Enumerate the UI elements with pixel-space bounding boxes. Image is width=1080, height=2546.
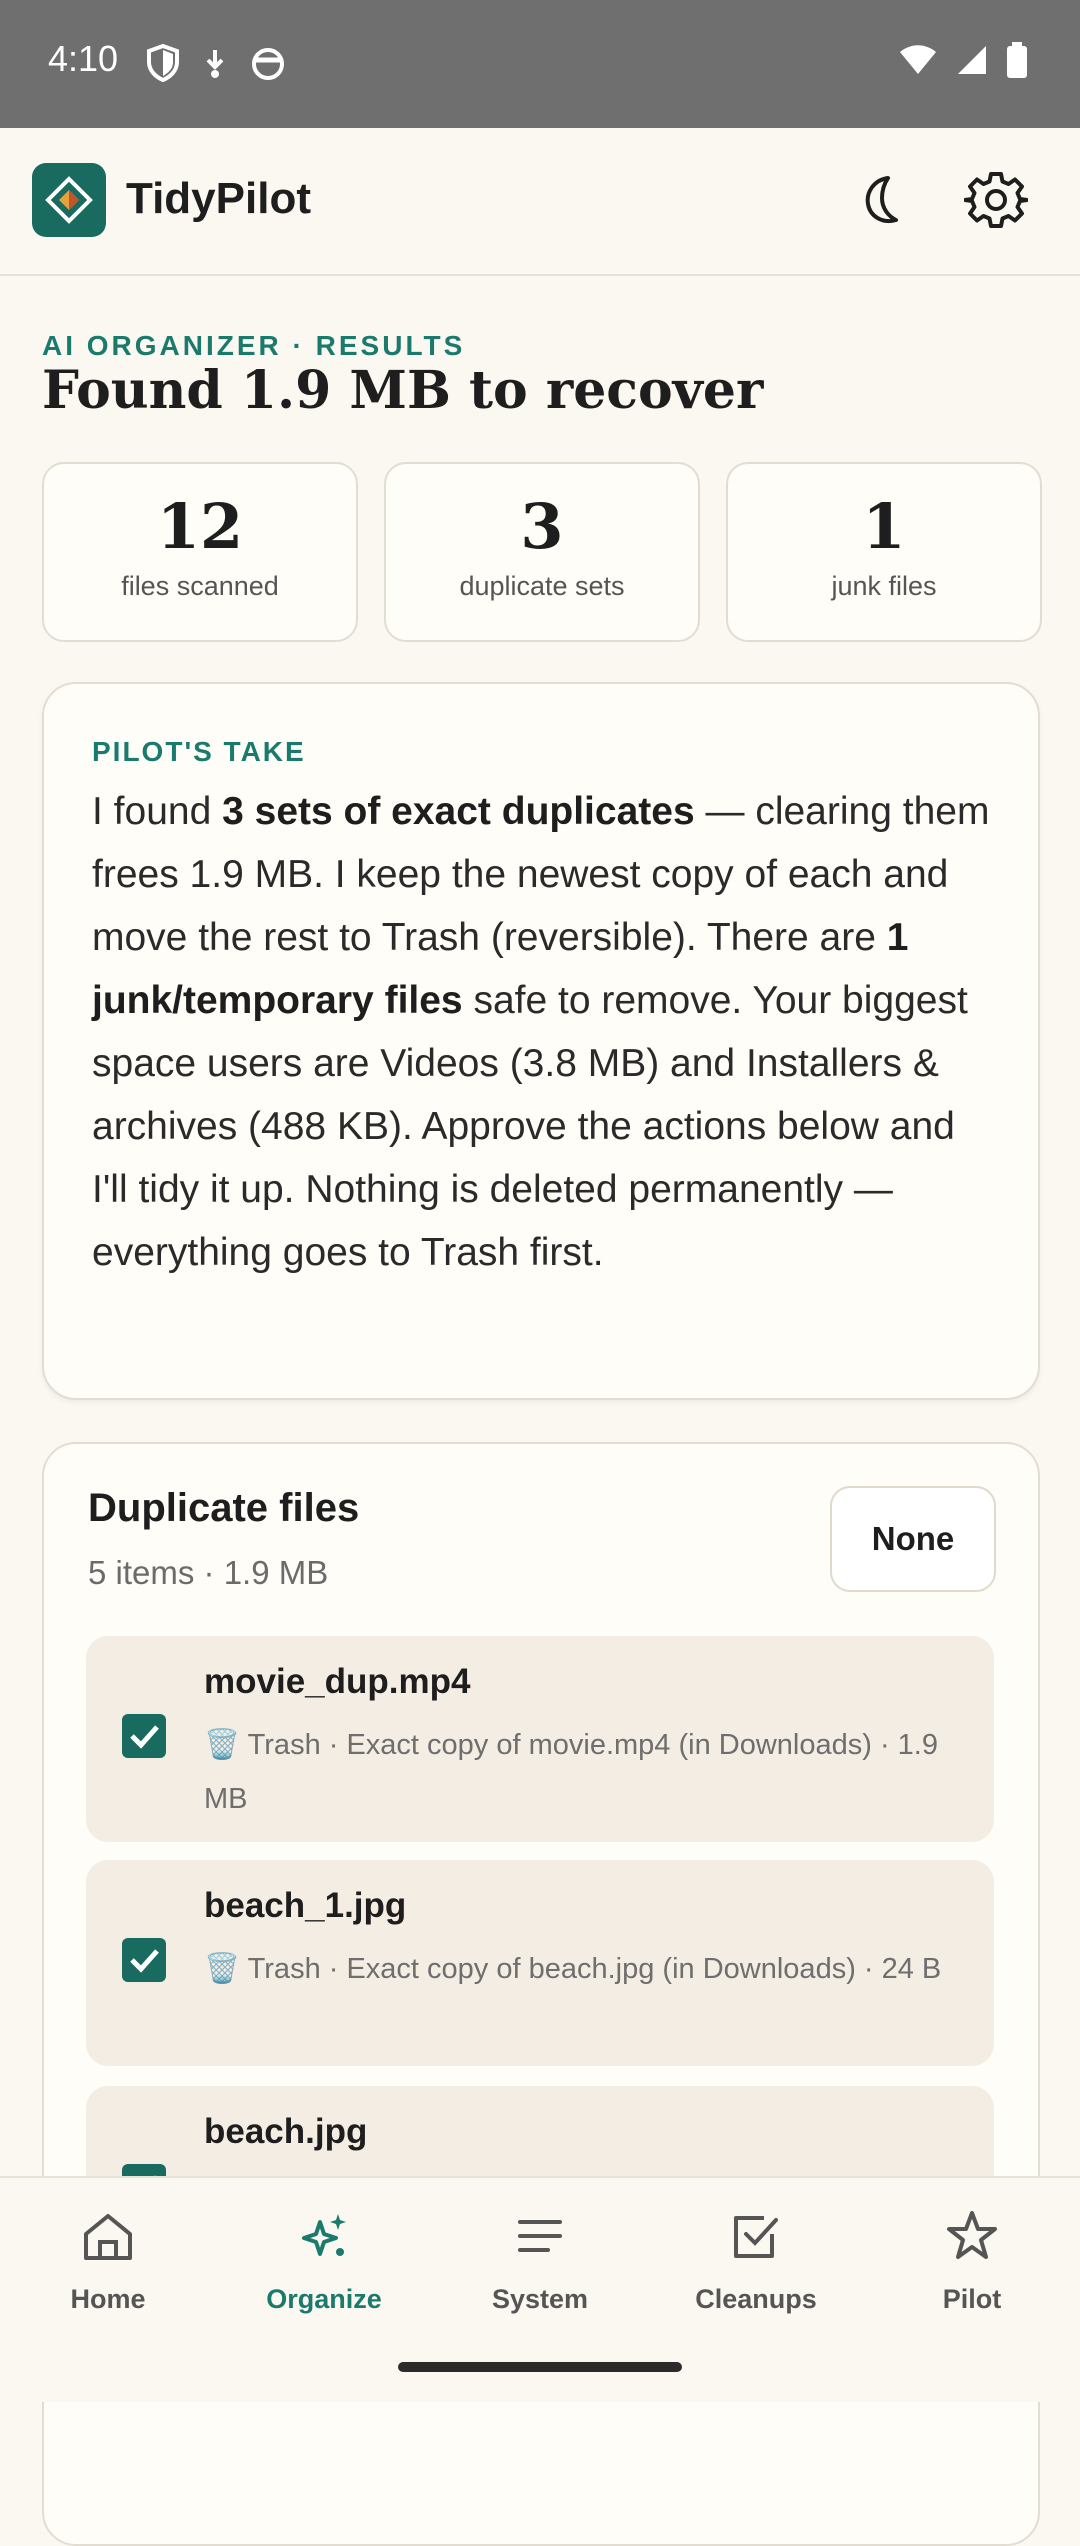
pilot-take-label: PILOT'S TAKE	[92, 736, 306, 767]
page-title: Found 1.9 MB to recover	[42, 360, 764, 421]
nav-pilot[interactable]: Pilot	[864, 2206, 1080, 2315]
item-checkbox[interactable]	[122, 1714, 166, 1758]
list-item[interactable]: movie_dup.mp4 🗑️ Trash · Exact copy of m…	[86, 1636, 994, 1842]
list-item[interactable]: beach_1.jpg 🗑️ Trash · Exact copy of bea…	[86, 1860, 994, 2066]
take-text-1: I found	[92, 790, 223, 833]
nav-organize[interactable]: Organize	[216, 2206, 432, 2315]
take-text-3: safe to remove. Your biggest space users…	[92, 979, 968, 1274]
nav-label: Home	[70, 2284, 146, 2314]
stat-value: 3	[520, 490, 564, 563]
shield-icon	[146, 43, 180, 87]
pilot-take-text: I found 3 sets of exact duplicates — cle…	[92, 780, 992, 1284]
file-name: beach_1.jpg	[204, 1886, 407, 1925]
stat-value: 1	[862, 490, 906, 563]
nav-home[interactable]: Home	[0, 2206, 216, 2315]
settings-button[interactable]	[963, 168, 1029, 232]
home-gesture-handle[interactable]	[398, 2362, 682, 2372]
nav-label: Cleanups	[695, 2284, 817, 2314]
app-title: TidyPilot	[126, 174, 311, 223]
app-logo	[32, 163, 106, 237]
face-icon	[250, 44, 286, 87]
sparkle-icon	[302, 2214, 346, 2256]
home-icon	[84, 2214, 132, 2260]
nav-label: Organize	[266, 2284, 382, 2314]
pilot-take-card: PILOT'S TAKE I found 3 sets of exact dup…	[42, 682, 1040, 1400]
stat-label: files scanned	[121, 571, 279, 601]
stat-value: 12	[156, 490, 244, 563]
download-icon	[202, 44, 228, 87]
nav-label: Pilot	[942, 2284, 1002, 2314]
duplicate-files-title: Duplicate files	[88, 1486, 360, 1530]
moon-icon	[865, 176, 898, 223]
stat-label: duplicate sets	[459, 571, 625, 601]
menu-icon	[518, 2220, 562, 2252]
duplicate-files-meta: 5 items · 1.9 MB	[88, 1554, 329, 1591]
take-highlight-duplicates: 3 sets of exact duplicates	[222, 790, 695, 833]
stat-junk-files: 1 junk files	[726, 462, 1042, 642]
nav-system[interactable]: System	[432, 2206, 648, 2315]
check-icon	[130, 1725, 159, 1749]
stat-label: junk files	[831, 571, 937, 601]
gear-icon	[963, 172, 1029, 228]
stat-duplicate-sets: 3 duplicate sets	[384, 462, 700, 642]
battery-icon	[1006, 42, 1028, 83]
dark-mode-button[interactable]	[848, 168, 912, 232]
section-eyebrow: AI ORGANIZER · RESULTS	[42, 330, 466, 361]
status-time: 4:10	[48, 38, 119, 79]
file-detail: 🗑️ Trash · Exact copy of movie.mp4 (in D…	[204, 1729, 938, 1815]
check-icon	[130, 1949, 159, 1973]
file-detail: 🗑️ Trash · Exact copy of beach.jpg (in D…	[204, 1953, 942, 1985]
app-header: TidyPilot	[0, 128, 1080, 276]
nav-label: System	[491, 2284, 589, 2314]
file-name: movie_dup.mp4	[204, 1662, 471, 1701]
stat-files-scanned: 12 files scanned	[42, 462, 358, 642]
star-icon	[947, 2211, 997, 2259]
checkbox-icon	[734, 2216, 778, 2258]
item-checkbox[interactable]	[122, 1938, 166, 1982]
nav-cleanups[interactable]: Cleanups	[648, 2206, 864, 2315]
signal-icon	[956, 44, 988, 81]
status-bar: 4:10	[0, 0, 1080, 128]
file-name: beach.jpg	[204, 2112, 368, 2151]
wifi-icon	[898, 44, 938, 81]
select-none-button[interactable]: None	[830, 1486, 996, 1592]
stats-row: 12 files scanned 3 duplicate sets 1 junk…	[42, 462, 1042, 642]
